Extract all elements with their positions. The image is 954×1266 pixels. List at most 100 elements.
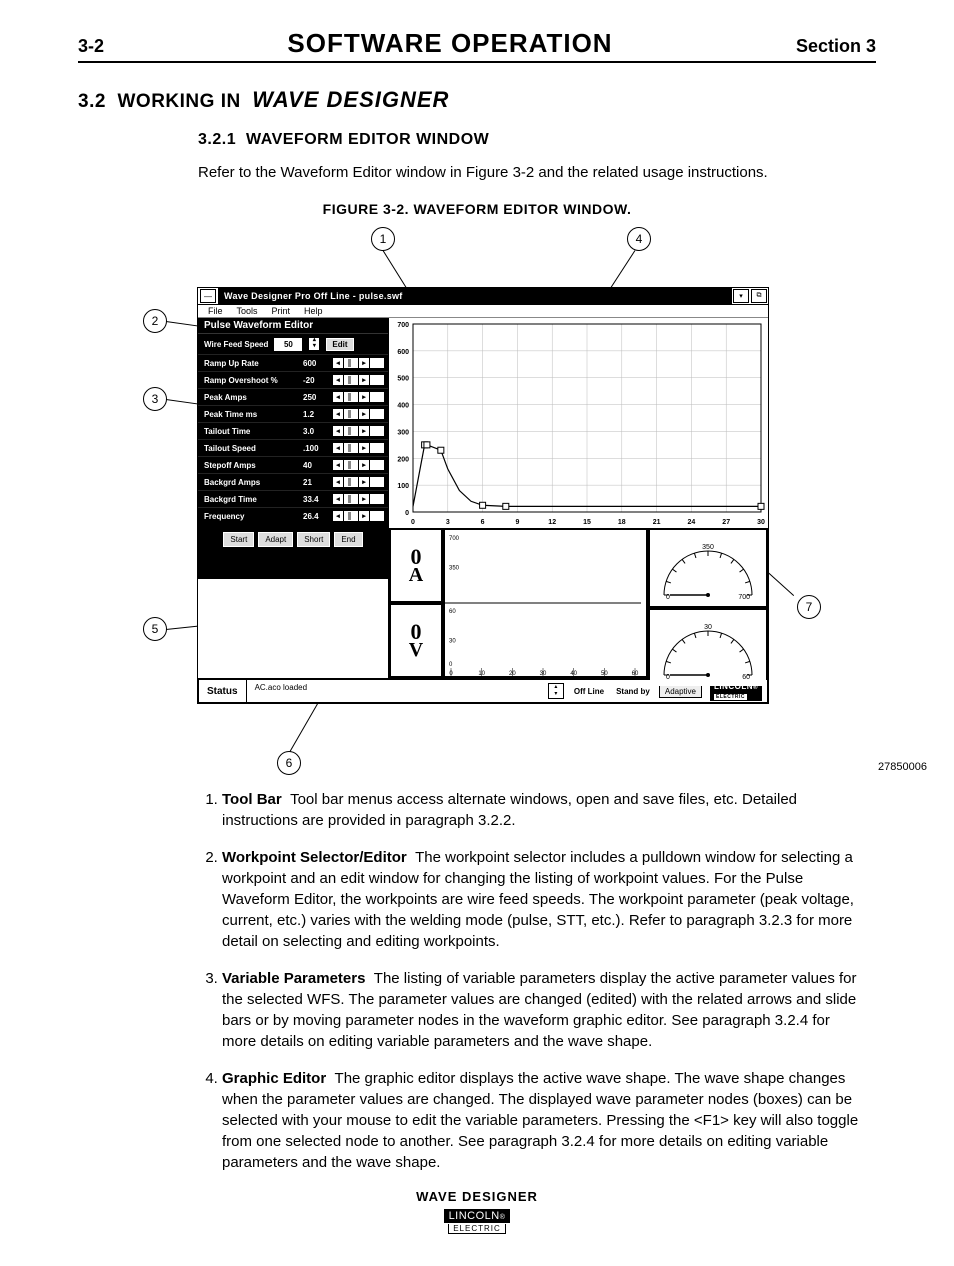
svg-text:3: 3 — [446, 519, 450, 526]
increment-button[interactable]: ▸ — [359, 358, 369, 368]
decrement-button[interactable]: ◂ — [333, 460, 343, 470]
param-toggle[interactable] — [370, 477, 384, 487]
wfs-spinner[interactable]: ▴▾ — [308, 337, 320, 351]
param-name: Frequency — [204, 512, 301, 521]
param-row: Frequency26.4◂▸ — [198, 507, 388, 524]
panel-title: Pulse Waveform Editor — [198, 318, 388, 333]
svg-text:60: 60 — [632, 671, 639, 676]
short-button[interactable]: Short — [297, 532, 330, 547]
adapt-button[interactable]: Adapt — [258, 532, 293, 547]
param-toggle[interactable] — [370, 511, 384, 521]
volts-gauge: 03060 — [650, 610, 766, 686]
page-title: SOFTWARE OPERATION — [287, 28, 612, 59]
param-value: 40 — [301, 461, 333, 470]
param-value: .100 — [301, 444, 333, 453]
menu-print[interactable]: Print — [272, 306, 291, 316]
param-slider[interactable] — [344, 443, 358, 453]
param-toggle[interactable] — [370, 358, 384, 368]
wfs-edit-button[interactable]: Edit — [326, 338, 353, 351]
svg-text:12: 12 — [548, 519, 556, 526]
system-menu-icon[interactable]: — — [200, 289, 216, 303]
menubar: File Tools Print Help — [198, 305, 768, 318]
param-name: Tailout Speed — [204, 444, 301, 453]
menu-file[interactable]: File — [208, 306, 223, 316]
page-number: 3-2 — [78, 36, 104, 57]
param-slider[interactable] — [344, 511, 358, 521]
svg-text:0: 0 — [405, 510, 409, 517]
right-panel: 0369121518212427300100200300400500600700… — [389, 318, 768, 678]
param-name: Ramp Overshoot % — [204, 376, 301, 385]
param-slider[interactable] — [344, 358, 358, 368]
increment-button[interactable]: ▸ — [359, 460, 369, 470]
increment-button[interactable]: ▸ — [359, 511, 369, 521]
increment-button[interactable]: ▸ — [359, 443, 369, 453]
menu-tools[interactable]: Tools — [237, 306, 258, 316]
param-slider[interactable] — [344, 477, 358, 487]
minimize-button[interactable]: ▾ — [733, 289, 749, 303]
svg-text:18: 18 — [618, 519, 626, 526]
param-row: Stepoff Amps40◂ ▸ — [198, 456, 388, 473]
menu-help[interactable]: Help — [304, 306, 323, 316]
waveform-chart[interactable]: 0369121518212427300100200300400500600700 — [389, 318, 768, 528]
param-toggle[interactable] — [370, 460, 384, 470]
decrement-button[interactable]: ◂ — [333, 375, 343, 385]
decrement-button[interactable]: ◂ — [333, 409, 343, 419]
start-button[interactable]: Start — [223, 532, 254, 547]
svg-text:0: 0 — [411, 519, 415, 526]
list-item: Workpoint Selector/Editor The workpoint … — [222, 847, 876, 952]
volts-readout: 0 V — [391, 605, 441, 676]
decrement-button[interactable]: ◂ — [333, 358, 343, 368]
status-offline: Off Line — [568, 687, 610, 696]
decrement-button[interactable]: ◂ — [333, 494, 343, 504]
param-slider[interactable] — [344, 426, 358, 436]
callout-5: 5 — [143, 617, 167, 641]
callout-1: 1 — [371, 227, 395, 251]
decrement-button[interactable]: ◂ — [333, 392, 343, 402]
svg-text:60: 60 — [742, 674, 750, 681]
param-slider[interactable] — [344, 392, 358, 402]
increment-button[interactable]: ▸ — [359, 409, 369, 419]
svg-text:50: 50 — [601, 671, 608, 676]
svg-text:200: 200 — [397, 457, 409, 464]
param-slider[interactable] — [344, 460, 358, 470]
status-toggle[interactable]: ▴▾ — [548, 683, 564, 699]
param-toggle[interactable] — [370, 443, 384, 453]
intro-text: Refer to the Waveform Editor window in F… — [198, 163, 876, 183]
svg-text:27: 27 — [722, 519, 730, 526]
wfs-label: Wire Feed Speed — [204, 340, 268, 349]
param-toggle[interactable] — [370, 409, 384, 419]
svg-text:30: 30 — [704, 624, 712, 631]
param-slider[interactable] — [344, 494, 358, 504]
maximize-button[interactable]: ⧉ — [751, 289, 767, 303]
decrement-button[interactable]: ◂ — [333, 511, 343, 521]
svg-text:60: 60 — [449, 609, 456, 615]
increment-button[interactable]: ▸ — [359, 494, 369, 504]
svg-text:700: 700 — [449, 536, 460, 542]
increment-button[interactable]: ▸ — [359, 426, 369, 436]
end-button[interactable]: End — [334, 532, 362, 547]
decrement-button[interactable]: ◂ — [333, 426, 343, 436]
param-slider[interactable] — [344, 375, 358, 385]
svg-text:9: 9 — [515, 519, 519, 526]
param-toggle[interactable] — [370, 426, 384, 436]
decrement-button[interactable]: ◂ — [333, 477, 343, 487]
increment-button[interactable]: ▸ — [359, 375, 369, 385]
param-row: Peak Amps250◂▸ — [198, 388, 388, 405]
param-value: 33.4 — [301, 495, 333, 504]
param-name: Peak Time ms — [204, 410, 301, 419]
increment-button[interactable]: ▸ — [359, 392, 369, 402]
svg-text:0: 0 — [666, 594, 670, 601]
about-button[interactable]: About — [272, 553, 314, 571]
param-toggle[interactable] — [370, 392, 384, 402]
decrement-button[interactable]: ◂ — [333, 443, 343, 453]
svg-text:15: 15 — [583, 519, 591, 526]
param-slider[interactable] — [344, 409, 358, 419]
param-name: Stepoff Amps — [204, 461, 301, 470]
param-toggle[interactable] — [370, 494, 384, 504]
param-row: Backgrd Amps21◂▸ — [198, 473, 388, 490]
increment-button[interactable]: ▸ — [359, 477, 369, 487]
status-mode[interactable]: Adaptive — [659, 685, 702, 698]
action-buttons: Start Adapt Short End — [198, 524, 388, 551]
param-toggle[interactable] — [370, 375, 384, 385]
wfs-value[interactable]: 50 — [274, 338, 302, 351]
